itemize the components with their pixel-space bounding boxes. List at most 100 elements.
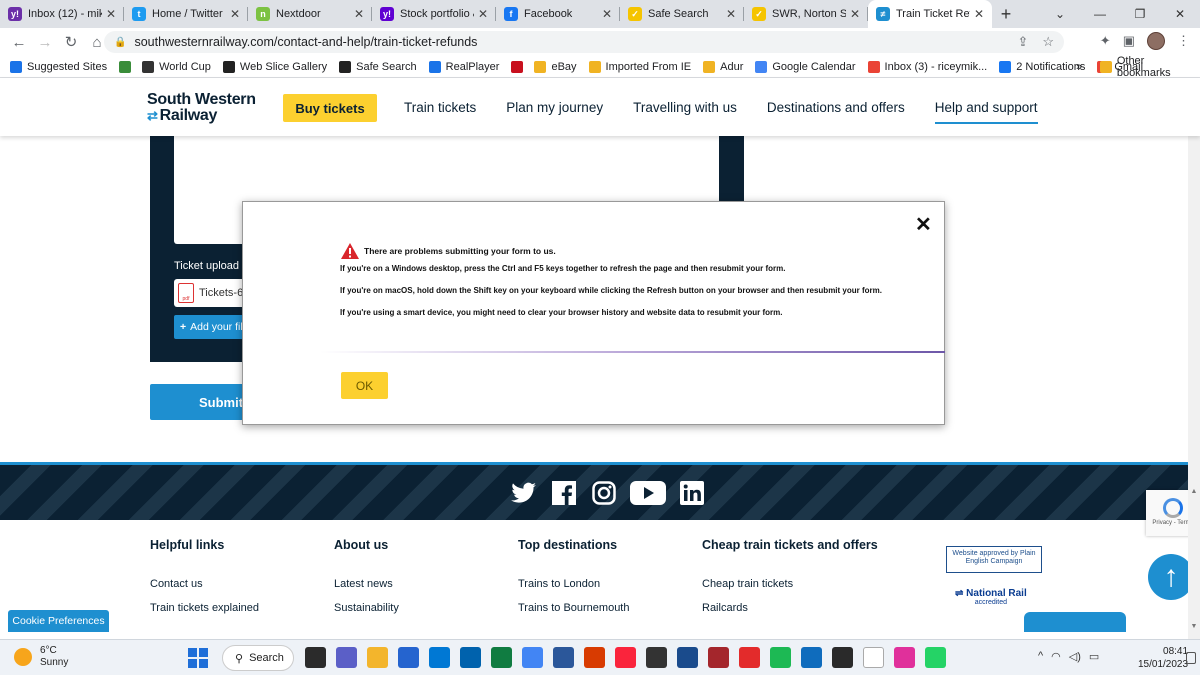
footer-link[interactable]: Trains to London	[518, 578, 629, 590]
main-nav-item[interactable]: Plan my journey	[506, 100, 603, 124]
taskbar-app-icon[interactable]	[584, 647, 605, 668]
browser-tab[interactable]: t Home / Twitter ✕	[124, 0, 248, 28]
bookmark-item[interactable]: Safe Search	[339, 60, 417, 73]
bookmark-item[interactable]	[119, 60, 136, 73]
taskbar-app-icon[interactable]	[429, 647, 450, 668]
browser-tab[interactable]: ≠ Train Ticket Refun ✕	[868, 0, 992, 28]
bookmark-item[interactable]	[511, 60, 528, 73]
scroll-down-arrow[interactable]: ▼	[1188, 623, 1200, 630]
browser-tab[interactable]: ✓ Safe Search ✕	[620, 0, 744, 28]
tray-overflow-icon[interactable]: ^	[1038, 650, 1043, 663]
footer-link[interactable]: Latest news	[334, 578, 399, 590]
page-scrollbar[interactable]: ▲ ▼	[1188, 136, 1200, 639]
taskbar-app-icon[interactable]	[336, 647, 357, 668]
profile-avatar[interactable]	[1147, 32, 1165, 50]
new-tab-button[interactable]: +	[992, 0, 1020, 28]
footer-link[interactable]: Contact us	[150, 578, 259, 590]
tab-close-icon[interactable]: ✕	[106, 7, 116, 21]
taskbar-app-icon[interactable]	[739, 647, 760, 668]
bookmark-item[interactable]: Suggested Sites	[10, 60, 107, 73]
youtube-icon[interactable]	[630, 480, 666, 506]
swr-logo[interactable]: South Western ⇄ Railway	[147, 92, 256, 124]
bookmark-star-icon[interactable]: ☆	[1042, 34, 1054, 50]
taskbar-app-icon[interactable]	[615, 647, 636, 668]
taskbar-app-icon[interactable]	[708, 647, 729, 668]
tab-close-icon[interactable]: ✕	[602, 7, 612, 21]
footer-link[interactable]: Trains to Bournemouth	[518, 602, 629, 614]
restore-button[interactable]: ❐	[1120, 0, 1160, 28]
minimize-button[interactable]: —	[1080, 0, 1120, 28]
address-bar[interactable]: 🔒 southwesternrailway.com/contact-and-he…	[104, 31, 1064, 53]
volume-icon[interactable]: ◁)	[1069, 650, 1081, 663]
ok-button[interactable]: OK	[341, 372, 388, 399]
browser-tab[interactable]: ✓ SWR, Norton Safe ✕	[744, 0, 868, 28]
wifi-icon[interactable]: ◠	[1051, 650, 1061, 663]
feedback-button[interactable]	[1024, 612, 1126, 632]
instagram-icon[interactable]	[590, 480, 618, 506]
footer-link[interactable]: Cheap train tickets	[702, 578, 878, 590]
tab-close-icon[interactable]: ✕	[850, 7, 860, 21]
start-button[interactable]	[188, 648, 208, 668]
linkedin-icon[interactable]	[678, 480, 706, 506]
tab-close-icon[interactable]: ✕	[726, 7, 736, 21]
bookmarks-overflow-button[interactable]: »	[1076, 56, 1082, 78]
buy-tickets-button[interactable]: Buy tickets	[283, 94, 377, 122]
tab-close-icon[interactable]: ✕	[974, 7, 984, 21]
other-bookmarks[interactable]: Other bookmarks	[1100, 55, 1200, 79]
main-nav-item[interactable]: Train tickets	[404, 100, 476, 124]
taskbar-app-icon[interactable]	[398, 647, 419, 668]
bookmark-item[interactable]: Google Calendar	[755, 60, 856, 73]
browser-tab[interactable]: n Nextdoor ✕	[248, 0, 372, 28]
taskbar-search[interactable]: ⚲ Search	[222, 645, 294, 671]
tab-close-icon[interactable]: ✕	[354, 7, 364, 21]
taskbar-app-icon[interactable]	[460, 647, 481, 668]
tab-search-icon[interactable]: ⌄	[1040, 0, 1080, 28]
battery-icon[interactable]: ▭	[1089, 650, 1099, 663]
bookmark-item[interactable]: Web Slice Gallery	[222, 60, 327, 73]
lock-icon[interactable]: 🔒	[114, 37, 126, 48]
bookmark-item[interactable]: 2 Notifications	[999, 60, 1085, 73]
taskbar-app-icon[interactable]	[832, 647, 853, 668]
scroll-up-arrow[interactable]: ▲	[1188, 488, 1200, 495]
footer-link[interactable]: Train tickets explained	[150, 602, 259, 614]
bookmark-item[interactable]: World Cup	[142, 60, 211, 73]
reload-icon[interactable]: ↻	[58, 33, 84, 51]
cookie-preferences-button[interactable]: Cookie Preferences	[8, 610, 109, 632]
taskbar-app-icon[interactable]	[801, 647, 822, 668]
bookmark-item[interactable]: Imported From IE	[588, 60, 691, 73]
taskbar-app-icon[interactable]	[894, 647, 915, 668]
bookmark-item[interactable]: eBay	[534, 60, 577, 73]
twitter-icon[interactable]	[510, 480, 538, 506]
tab-close-icon[interactable]: ✕	[478, 7, 488, 21]
browser-tab[interactable]: f Facebook ✕	[496, 0, 620, 28]
close-window-button[interactable]: ✕	[1160, 0, 1200, 28]
taskbar-app-icon[interactable]	[553, 647, 574, 668]
taskbar-app-icon[interactable]	[367, 647, 388, 668]
taskbar-app-icon[interactable]	[863, 647, 884, 668]
facebook-icon[interactable]	[550, 480, 578, 506]
taskbar-app-icon[interactable]	[491, 647, 512, 668]
taskbar-app-icon[interactable]	[646, 647, 667, 668]
taskbar-clock[interactable]: 08:41 15/01/2023	[1138, 645, 1188, 671]
footer-link[interactable]: Sustainability	[334, 602, 399, 614]
browser-tab[interactable]: y! Stock portfolio & ✕	[372, 0, 496, 28]
tab-close-icon[interactable]: ✕	[230, 7, 240, 21]
side-panel-icon[interactable]: ▣	[1123, 33, 1135, 49]
taskbar-app-icon[interactable]	[305, 647, 326, 668]
share-icon[interactable]: ⇪	[1017, 34, 1028, 50]
main-nav-item[interactable]: Help and support	[934, 100, 1038, 124]
extensions-icon[interactable]: ✦	[1100, 33, 1111, 49]
add-file-button[interactable]: + Add your file	[174, 315, 250, 339]
forward-icon[interactable]: →	[32, 34, 58, 51]
main-nav-item[interactable]: Travelling with us	[633, 100, 737, 124]
submit-button[interactable]: Submit	[150, 384, 250, 420]
bookmark-item[interactable]: Adur	[703, 60, 743, 73]
main-nav-item[interactable]: Destinations and offers	[767, 100, 905, 124]
notifications-icon[interactable]	[1186, 652, 1196, 664]
taskbar-app-icon[interactable]	[770, 647, 791, 668]
taskbar-app-icon[interactable]	[677, 647, 698, 668]
browser-tab[interactable]: y! Inbox (12) - mikeri ✕	[0, 0, 124, 28]
footer-link[interactable]: Railcards	[702, 602, 878, 614]
taskbar-app-icon[interactable]	[522, 647, 543, 668]
bookmark-item[interactable]: Inbox (3) - riceymik...	[867, 60, 987, 73]
